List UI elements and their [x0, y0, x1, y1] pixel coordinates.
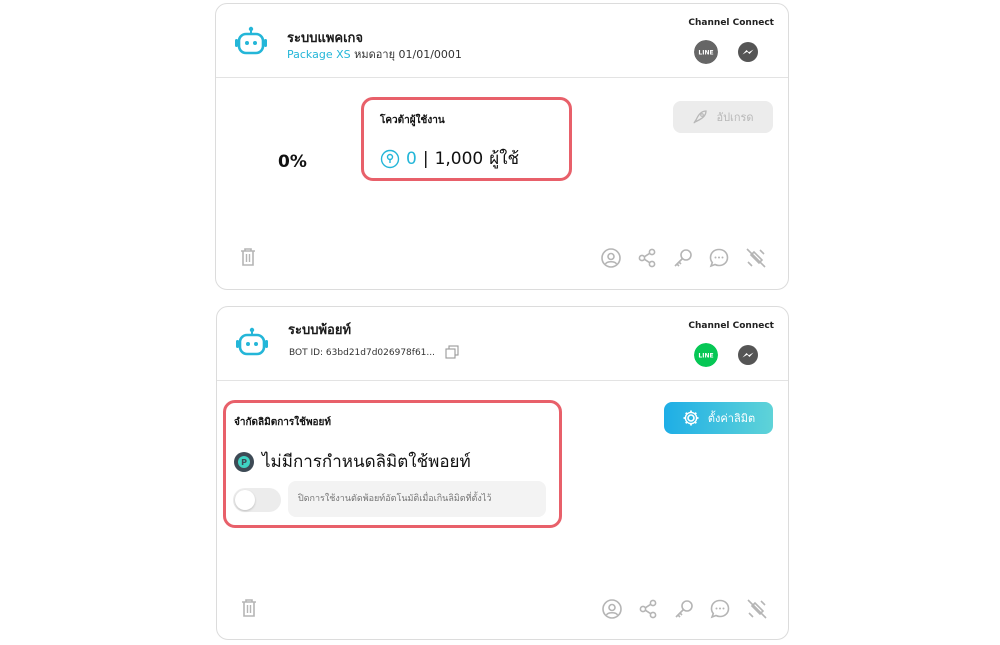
point-coin-icon: P — [234, 451, 254, 472]
user-icon[interactable] — [600, 247, 622, 269]
package-subtitle: Package XS หมดอายุ 01/01/0001 — [287, 45, 462, 63]
toggle-knob — [235, 490, 255, 510]
channel-connect-label: Channel Connect — [688, 321, 774, 331]
share-icon[interactable] — [637, 598, 659, 620]
package-card-header: ระบบแพคเกจ Package XS หมดอายุ 01/01/0001… — [216, 4, 788, 78]
package-footer-actions — [216, 247, 788, 269]
point-limit-panel: จำกัดลิมิตการใช้พอยท์ P ไม่มีการกำหนดลิม… — [223, 400, 562, 528]
point-footer-actions — [217, 598, 788, 620]
user-quota-icon — [380, 149, 400, 168]
point-title: ระบบพ้อยท์ — [288, 323, 352, 338]
disconnect-icon[interactable] — [746, 598, 768, 620]
bot-icon — [235, 26, 267, 55]
limit-status: P ไม่มีการกำหนดลิมิตใช้พอยท์ — [234, 448, 471, 475]
channel-connect-label: Channel Connect — [688, 18, 774, 28]
gear-icon — [683, 410, 699, 426]
expiry-label: หมดอายุ — [354, 48, 396, 61]
share-icon[interactable] — [636, 247, 658, 269]
upgrade-label: อัปเกรด — [716, 112, 754, 124]
disconnect-icon[interactable] — [745, 247, 767, 269]
expiry-date: 01/01/0001 — [398, 48, 462, 61]
quota-total: 1,000 — [434, 148, 484, 169]
quota-unit: ผู้ใช้ — [489, 149, 520, 169]
key-icon[interactable] — [672, 247, 694, 269]
package-name: XS — [336, 48, 351, 61]
package-prefix: Package — [287, 48, 333, 61]
chat-icon[interactable] — [709, 598, 731, 620]
upgrade-button[interactable]: อัปเกรด — [673, 101, 773, 133]
trash-icon[interactable] — [239, 247, 257, 267]
messenger-icon[interactable] — [736, 343, 760, 367]
trash-icon[interactable] — [240, 598, 258, 618]
quota-panel: โควต้าผู้ใช้งาน 0 | 1,000 ผู้ใช้ — [361, 97, 572, 181]
line-icon[interactable]: LINE — [694, 343, 718, 367]
line-icon[interactable]: LINE — [694, 40, 718, 64]
set-limit-label: ตั้งค่าลิมิต — [707, 413, 756, 425]
svg-text:LINE: LINE — [698, 353, 713, 360]
limit-status-text: ไม่มีการกำหนดลิมิตใช้พอยท์ — [262, 452, 471, 472]
copy-icon[interactable] — [445, 345, 459, 359]
bot-icon — [236, 327, 268, 356]
quota-title: โควต้าผู้ใช้งาน — [380, 115, 445, 126]
rocket-icon — [693, 110, 708, 124]
svg-text:P: P — [241, 458, 247, 467]
quota-value: 0 | 1,000 ผู้ใช้ — [380, 145, 519, 172]
user-icon[interactable] — [601, 598, 623, 620]
limit-title: จำกัดลิมิตการใช้พอยท์ — [234, 417, 331, 428]
usage-percent: 0% — [278, 152, 307, 172]
messenger-icon[interactable] — [736, 40, 760, 64]
limit-toggle[interactable] — [233, 488, 281, 512]
svg-text:LINE: LINE — [698, 50, 713, 57]
point-card: ระบบพ้อยท์ BOT ID: 63bd21d7d026978f61...… — [216, 306, 789, 640]
quota-separator: | — [422, 148, 429, 169]
limit-input[interactable] — [288, 481, 546, 517]
package-card: ระบบแพคเกจ Package XS หมดอายุ 01/01/0001… — [215, 3, 789, 290]
set-limit-button[interactable]: ตั้งค่าลิมิต — [664, 402, 773, 434]
bot-id: BOT ID: 63bd21d7d026978f61... — [289, 348, 435, 358]
key-icon[interactable] — [673, 598, 695, 620]
point-card-header: ระบบพ้อยท์ BOT ID: 63bd21d7d026978f61...… — [217, 307, 788, 381]
quota-used: 0 — [406, 148, 417, 169]
chat-icon[interactable] — [708, 247, 730, 269]
